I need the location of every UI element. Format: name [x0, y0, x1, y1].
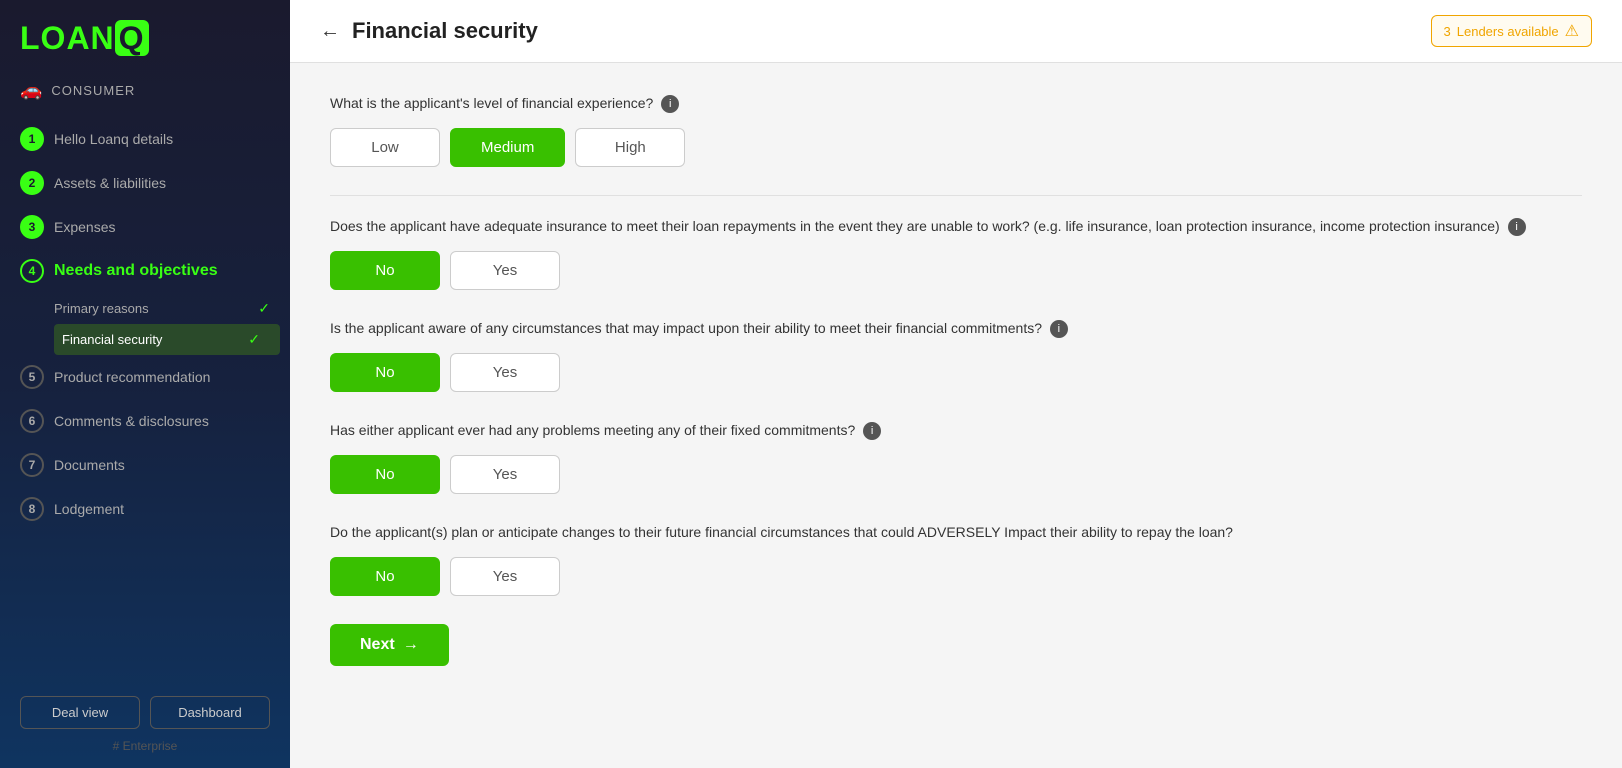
- options-row-3: No Yes: [330, 353, 1582, 392]
- nav-num-7: 7: [20, 453, 44, 477]
- info-icon-4[interactable]: i: [863, 422, 881, 440]
- lenders-text: Lenders available: [1457, 24, 1559, 39]
- question-block-1: What is the applicant's level of financi…: [330, 93, 1582, 167]
- lenders-count: 3: [1444, 24, 1451, 39]
- next-btn-label: Next: [360, 636, 395, 654]
- nav-num-6: 6: [20, 409, 44, 433]
- q1-option-medium[interactable]: Medium: [450, 128, 565, 167]
- q1-option-low[interactable]: Low: [330, 128, 440, 167]
- question-block-5: Do the applicant(s) plan or anticipate c…: [330, 522, 1582, 596]
- q2-option-no[interactable]: No: [330, 251, 440, 290]
- question-block-4: Has either applicant ever had any proble…: [330, 420, 1582, 494]
- nav-num-1: 1: [20, 127, 44, 151]
- q4-option-no[interactable]: No: [330, 455, 440, 494]
- info-icon-2[interactable]: i: [1508, 218, 1526, 236]
- nav-num-3: 3: [20, 215, 44, 239]
- question-text-1: What is the applicant's level of financi…: [330, 93, 1582, 114]
- q3-option-no[interactable]: No: [330, 353, 440, 392]
- divider-1: [330, 195, 1582, 196]
- q4-option-yes[interactable]: Yes: [450, 455, 560, 494]
- check-primary: ✓: [258, 300, 270, 317]
- arrow-right-icon: →: [403, 636, 419, 654]
- options-row-2: No Yes: [330, 251, 1582, 290]
- q2-option-yes[interactable]: Yes: [450, 251, 560, 290]
- logo-q: Q: [115, 20, 149, 56]
- logo: LOANQ: [20, 20, 149, 57]
- main-content: ← Financial security 3 Lenders available…: [290, 0, 1622, 768]
- back-arrow[interactable]: ←: [320, 20, 340, 43]
- q5-option-no[interactable]: No: [330, 557, 440, 596]
- sidebar-bottom: Deal view Dashboard # Enterprise: [0, 681, 290, 768]
- options-row-1: Low Medium High: [330, 128, 1582, 167]
- nav-num-2: 2: [20, 171, 44, 195]
- check-financial: ✓: [248, 331, 260, 348]
- nav-num-4: 4: [20, 259, 44, 283]
- warning-icon: ⚠: [1565, 21, 1579, 41]
- question-text-2: Does the applicant have adequate insuran…: [330, 216, 1582, 237]
- sidebar-item-assets[interactable]: 2 Assets & liabilities: [0, 161, 290, 205]
- info-icon-1[interactable]: i: [661, 95, 679, 113]
- nav-num-5: 5: [20, 365, 44, 389]
- logo-area: LOANQ: [0, 0, 290, 72]
- question-text-5: Do the applicant(s) plan or anticipate c…: [330, 522, 1582, 543]
- bottom-buttons: Deal view Dashboard: [20, 696, 270, 729]
- dashboard-button[interactable]: Dashboard: [150, 696, 270, 729]
- sidebar-nav: 1 Hello Loanq details 2 Assets & liabili…: [0, 117, 290, 681]
- question-block-2: Does the applicant have adequate insuran…: [330, 216, 1582, 290]
- q3-option-yes[interactable]: Yes: [450, 353, 560, 392]
- sub-nav-primary-reasons[interactable]: Primary reasons ✓: [54, 293, 290, 324]
- sub-nav-financial-security[interactable]: Financial security ✓: [54, 324, 280, 355]
- question-block-3: Is the applicant aware of any circumstan…: [330, 318, 1582, 392]
- car-icon: 🚗: [20, 80, 43, 101]
- q5-option-yes[interactable]: Yes: [450, 557, 560, 596]
- sub-nav: Primary reasons ✓ Financial security ✓: [0, 293, 290, 355]
- next-button[interactable]: Next →: [330, 624, 449, 666]
- deal-view-button[interactable]: Deal view: [20, 696, 140, 729]
- sidebar-item-comments[interactable]: 6 Comments & disclosures: [0, 399, 290, 443]
- sidebar-item-needs[interactable]: 4 Needs and objectives: [0, 249, 290, 293]
- nav-num-8: 8: [20, 497, 44, 521]
- sidebar-item-expenses[interactable]: 3 Expenses: [0, 205, 290, 249]
- enterprise-label: # Enterprise: [20, 739, 270, 753]
- sidebar: LOANQ 🚗 CONSUMER 1 Hello Loanq details 2…: [0, 0, 290, 768]
- question-text-4: Has either applicant ever had any proble…: [330, 420, 1582, 441]
- sidebar-item-lodgement[interactable]: 8 Lodgement: [0, 487, 290, 531]
- page-title-area: ← Financial security: [320, 18, 538, 44]
- sidebar-item-hello[interactable]: 1 Hello Loanq details: [0, 117, 290, 161]
- info-icon-3[interactable]: i: [1050, 320, 1068, 338]
- sidebar-item-product[interactable]: 5 Product recommendation: [0, 355, 290, 399]
- lenders-badge: 3 Lenders available ⚠: [1431, 15, 1592, 47]
- q1-option-high[interactable]: High: [575, 128, 685, 167]
- top-bar: ← Financial security 3 Lenders available…: [290, 0, 1622, 63]
- options-row-4: No Yes: [330, 455, 1582, 494]
- consumer-label: 🚗 CONSUMER: [0, 72, 290, 117]
- page-title: Financial security: [352, 18, 538, 44]
- sidebar-item-documents[interactable]: 7 Documents: [0, 443, 290, 487]
- form-area: What is the applicant's level of financi…: [290, 63, 1622, 768]
- question-text-3: Is the applicant aware of any circumstan…: [330, 318, 1582, 339]
- options-row-5: No Yes: [330, 557, 1582, 596]
